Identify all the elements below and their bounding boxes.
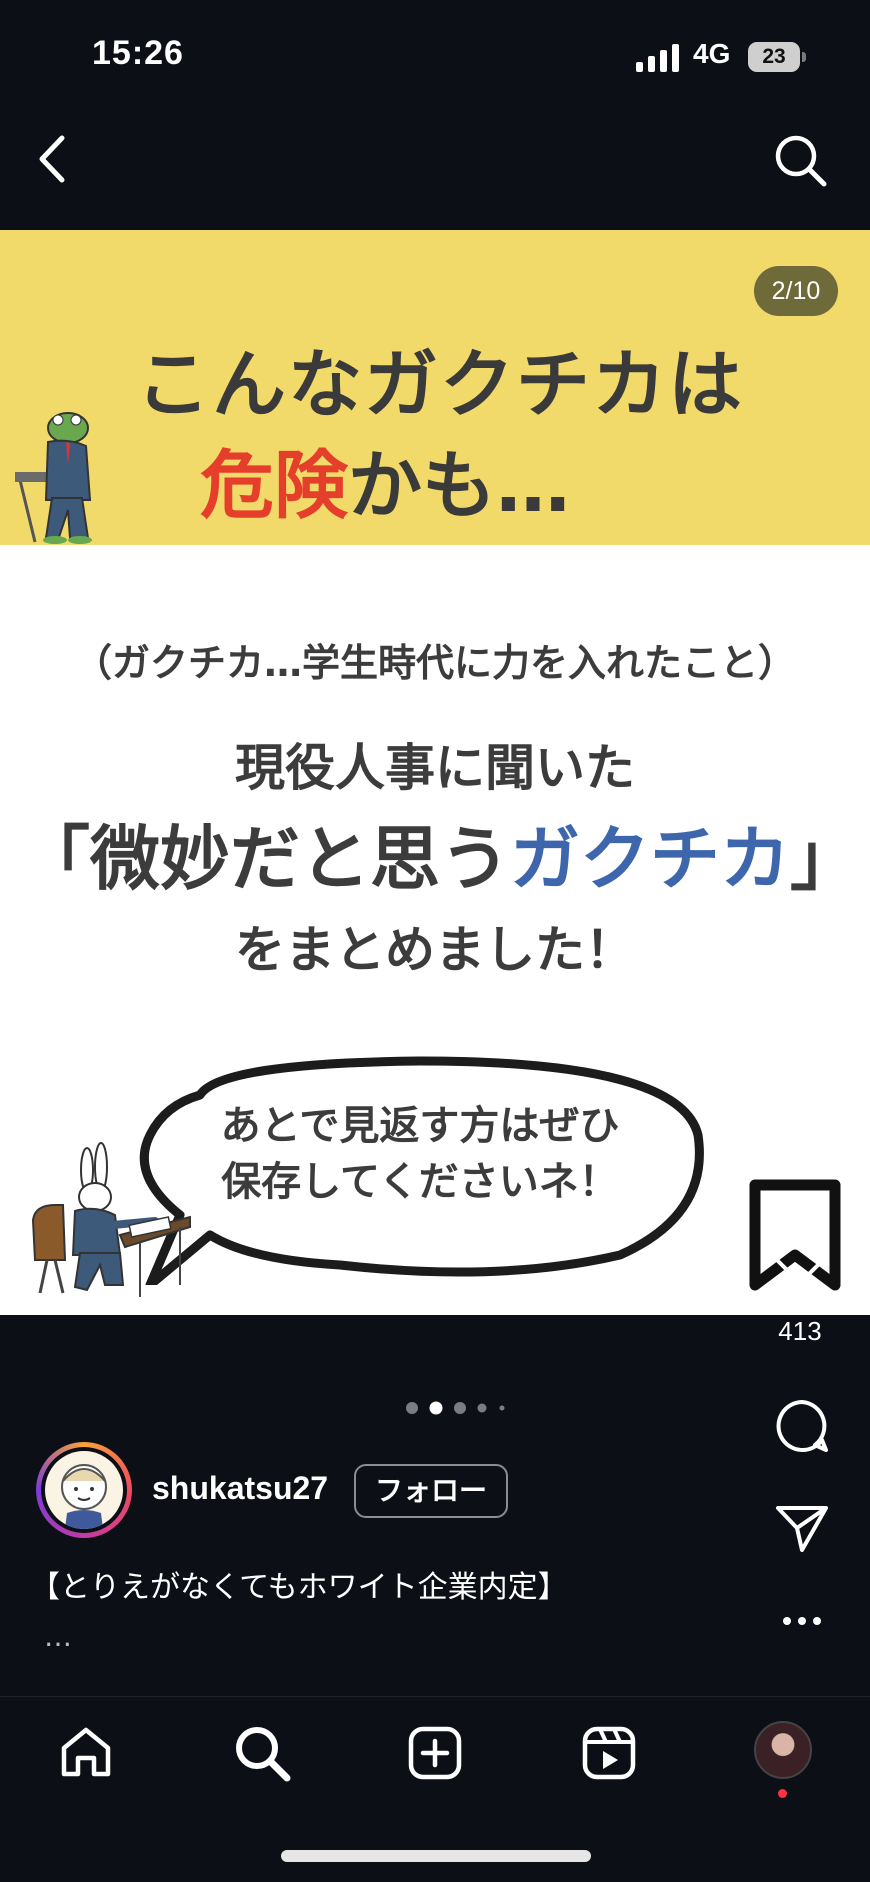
more-icon[interactable] xyxy=(782,1615,822,1627)
comment-icon[interactable] xyxy=(774,1398,830,1454)
post-image[interactable]: 2/10 こんなガクチカは 危険かも… （ガクチカ…学生時代に力を入れたこと） … xyxy=(0,230,870,1315)
carousel-dot xyxy=(477,1403,487,1413)
carousel-dot xyxy=(406,1402,418,1414)
subtitle-paren: （ガクチカ…学生時代に力を入れたこと） xyxy=(73,641,796,685)
headline-line1: こんなガクチカは xyxy=(136,342,744,428)
reels-icon[interactable] xyxy=(580,1724,638,1782)
nav-divider xyxy=(0,1696,870,1697)
follow-button[interactable]: フォロー xyxy=(354,1464,508,1518)
avatar[interactable] xyxy=(45,1451,123,1529)
carousel-dot xyxy=(454,1402,466,1414)
subtitle-line3-close: 」 xyxy=(790,818,860,900)
search-icon[interactable] xyxy=(233,1724,291,1782)
home-icon[interactable] xyxy=(58,1724,114,1780)
bubble-line2: 保存してくださいネ！ xyxy=(221,1159,619,1205)
network-type: 4G xyxy=(693,38,731,69)
subtitle-line2: 現役人事に聞いた xyxy=(235,739,635,797)
create-icon[interactable] xyxy=(406,1724,464,1782)
headline-line2-rest: かも… xyxy=(348,443,570,529)
back-icon[interactable] xyxy=(32,130,76,188)
bubble-line1: あとで見返す方はぜひ xyxy=(220,1103,620,1149)
profile-avatar[interactable] xyxy=(754,1721,812,1779)
carousel-dots xyxy=(406,1401,505,1415)
carousel-dot-active xyxy=(429,1401,443,1415)
subtitle-line4: をまとめました！ xyxy=(235,921,635,979)
search-icon[interactable] xyxy=(772,132,828,188)
signal-icon xyxy=(636,44,679,72)
notification-dot xyxy=(778,1789,787,1798)
caption-more[interactable]: … xyxy=(44,1620,72,1653)
rabbit-illustration xyxy=(31,1142,191,1297)
carousel-dot xyxy=(499,1405,505,1411)
like-count[interactable]: 413 xyxy=(762,1316,838,1347)
battery-icon: 23 xyxy=(748,42,806,72)
subtitle-line3-highlight: ガクチカ xyxy=(510,818,790,900)
heart-icon[interactable] xyxy=(772,1235,828,1287)
subtitle-line3-open: 「微妙だと思う xyxy=(20,818,510,900)
battery-level: 23 xyxy=(762,45,786,68)
bubble-text: あとで見返す方はぜひ 保存してくださいネ！ xyxy=(190,1098,650,1210)
share-icon[interactable] xyxy=(774,1502,830,1554)
slide-counter: 2/10 xyxy=(754,266,838,316)
caption-text[interactable]: 【とりえがなくてもホワイト企業内定】 xyxy=(30,1562,568,1606)
username[interactable]: shukatsu27 xyxy=(152,1470,328,1507)
headline-line2: 危険かも… xyxy=(200,426,700,533)
headline-danger-word: 危険 xyxy=(200,443,348,529)
home-indicator[interactable] xyxy=(281,1850,591,1862)
subtitle-line3: 「微妙だと思うガクチカ」 xyxy=(20,803,860,904)
status-time: 15:26 xyxy=(92,34,184,72)
frog-illustration xyxy=(15,412,92,544)
